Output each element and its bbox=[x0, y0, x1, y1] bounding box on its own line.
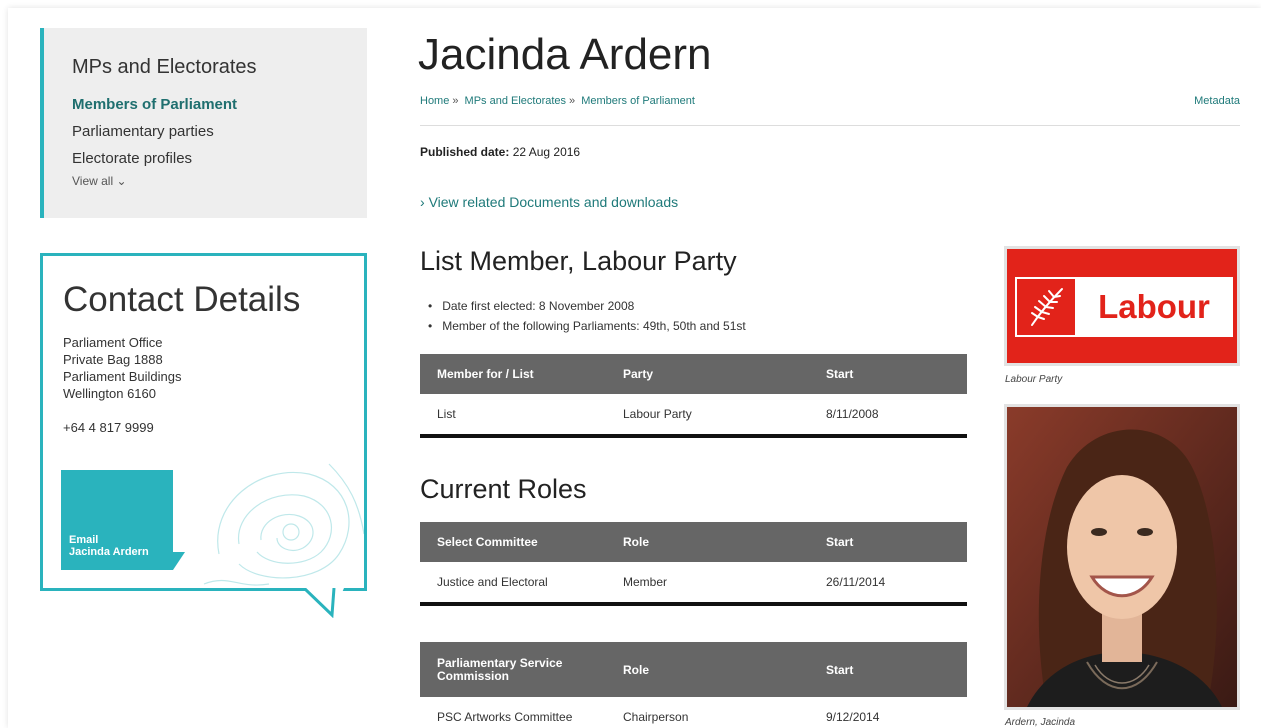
photo-caption: Ardern, Jacinda bbox=[1005, 717, 1076, 728]
column-header: Start bbox=[826, 367, 854, 381]
address-line: Wellington 6160 bbox=[63, 386, 156, 401]
address-line: Parliament Office bbox=[63, 335, 163, 350]
sidebar-nav: MPs and Electorates Members of Parliamen… bbox=[40, 28, 367, 218]
page-title: Jacinda Ardern bbox=[418, 30, 712, 79]
breadcrumb-separator: » bbox=[569, 95, 576, 107]
email-tail bbox=[173, 552, 185, 570]
breadcrumb-separator: » bbox=[452, 95, 459, 107]
chevron-down-icon: ⌄ bbox=[116, 174, 127, 188]
address-line: Parliament Buildings bbox=[63, 369, 182, 384]
metadata-link[interactable]: Metadata bbox=[1194, 95, 1240, 107]
table-cell: PSC Artworks Committee bbox=[437, 710, 573, 724]
psc-table: Parliamentary Service Commission Role St… bbox=[420, 642, 967, 728]
sidebar-item-parliamentary-parties[interactable]: Parliamentary parties bbox=[72, 118, 367, 145]
table-cell: 26/11/2014 bbox=[826, 575, 886, 589]
breadcrumb: Home» MPs and Electorates» Members of Pa… bbox=[420, 95, 695, 107]
breadcrumb-home[interactable]: Home bbox=[420, 95, 449, 107]
contact-address: Parliament Office Private Bag 1888 Parli… bbox=[63, 334, 364, 402]
email-label: Email bbox=[69, 534, 99, 546]
table-row: Justice and Electoral Member 26/11/2014 bbox=[420, 562, 967, 602]
email-name: Jacinda Ardern bbox=[69, 546, 149, 558]
mp-photo-frame bbox=[1004, 404, 1240, 710]
table-row: List Labour Party 8/11/2008 bbox=[420, 394, 967, 434]
mp-portrait-image bbox=[1007, 407, 1237, 707]
view-all-link[interactable]: View all ⌄ bbox=[72, 174, 127, 188]
table-row: PSC Artworks Committee Chairperson 9/12/… bbox=[420, 697, 967, 728]
divider bbox=[420, 125, 1240, 126]
labour-logo: Labour bbox=[1007, 249, 1237, 363]
column-header: Parliamentary Service Commission bbox=[437, 655, 563, 683]
column-header: Role bbox=[623, 535, 650, 549]
sidebar-title: MPs and Electorates bbox=[72, 56, 257, 78]
column-header: Party bbox=[623, 367, 654, 381]
party-logo-frame: Labour bbox=[1004, 246, 1240, 366]
fern-icon bbox=[1017, 279, 1075, 335]
column-header: Role bbox=[623, 662, 650, 677]
column-header: Start bbox=[826, 535, 854, 549]
table-cell: 8/11/2008 bbox=[826, 407, 879, 421]
table-cell: Member bbox=[623, 575, 668, 589]
table-header: Parliamentary Service Commission Role St… bbox=[420, 642, 967, 697]
contact-details-box: Contact Details Parliament Office Privat… bbox=[40, 253, 367, 618]
chevron-right-icon: › bbox=[420, 194, 425, 210]
table-header: Select Committee Role Start bbox=[420, 522, 967, 562]
address-line: Private Bag 1888 bbox=[63, 352, 163, 367]
related-documents-label: View related Documents and downloads bbox=[428, 194, 679, 210]
member-table: Member for / List Party Start List Labou… bbox=[420, 354, 967, 438]
table-header: Member for / List Party Start bbox=[420, 354, 967, 394]
view-all-label: View all bbox=[72, 174, 114, 188]
column-header: Member for / List bbox=[437, 367, 534, 381]
select-committee-table: Select Committee Role Start Justice and … bbox=[420, 522, 967, 606]
speech-bubble-tail bbox=[304, 588, 344, 618]
roles-heading: Current Roles bbox=[420, 474, 587, 504]
member-heading: List Member, Labour Party bbox=[420, 246, 737, 276]
breadcrumb-mps-and-electorates[interactable]: MPs and Electorates bbox=[465, 95, 567, 107]
table-cell: 9/12/2014 bbox=[826, 710, 880, 724]
fact-item: Date first elected: 8 November 2008 bbox=[428, 296, 746, 316]
labour-logo-inner: Labour bbox=[1015, 277, 1233, 337]
contact-phone: +64 4 817 9999 bbox=[63, 420, 154, 435]
fact-item: Member of the following Parliaments: 49t… bbox=[428, 316, 746, 336]
table-cell: List bbox=[437, 407, 456, 421]
sidebar-item-members-of-parliament[interactable]: Members of Parliament bbox=[72, 91, 367, 118]
labour-wordmark: Labour bbox=[1075, 279, 1231, 335]
email-button[interactable]: Email Jacinda Ardern bbox=[61, 470, 173, 570]
table-cell: Justice and Electoral bbox=[437, 575, 548, 589]
related-documents-link[interactable]: › View related Documents and downloads bbox=[420, 194, 678, 210]
table-cell: Labour Party bbox=[623, 407, 692, 421]
published-value: 22 Aug 2016 bbox=[512, 145, 581, 159]
column-header: Start bbox=[826, 662, 854, 677]
column-header: Select Committee bbox=[437, 535, 538, 549]
table-cell: Chairperson bbox=[623, 710, 689, 724]
koru-pattern-icon bbox=[203, 463, 364, 586]
published-label: Published date: bbox=[420, 145, 510, 159]
breadcrumb-members-of-parliament[interactable]: Members of Parliament bbox=[581, 95, 695, 107]
member-facts: Date first elected: 8 November 2008 Memb… bbox=[428, 296, 746, 336]
contact-title: Contact Details bbox=[63, 280, 301, 319]
sidebar-item-electorate-profiles[interactable]: Electorate profiles bbox=[72, 145, 367, 172]
party-caption: Labour Party bbox=[1005, 374, 1063, 385]
published-date: Published date: 22 Aug 2016 bbox=[420, 145, 580, 159]
